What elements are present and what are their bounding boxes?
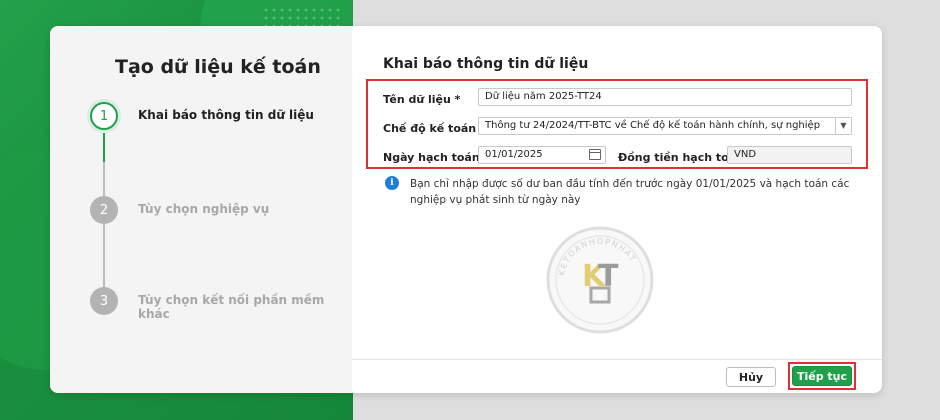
step-connector-active — [103, 130, 105, 162]
regime-select-value: Thông tư 24/2024/TT-BTC về Chế độ kế toá… — [485, 120, 821, 131]
form-pane: Khai báo thông tin dữ liệu Tên dữ liệu *… — [352, 26, 882, 393]
dialog-title: Tạo dữ liệu kế toán — [115, 56, 321, 78]
step-label: Tùy chọn nghiệp vụ — [138, 202, 270, 216]
date-input-value: 01/01/2025 — [485, 149, 543, 160]
step-number-badge: 3 — [90, 287, 118, 315]
regime-label: Chế độ kế toán — [383, 122, 477, 135]
chevron-down-icon[interactable]: ▼ — [835, 118, 851, 134]
info-icon: i — [385, 176, 399, 190]
cancel-button[interactable]: Hủy — [726, 367, 776, 387]
wizard-step-2[interactable]: 2 Tùy chọn nghiệp vụ — [90, 196, 350, 226]
data-name-input[interactable]: Dữ liệu năm 2025-TT24 — [478, 88, 852, 106]
date-label: Ngày hạch toán * — [383, 151, 490, 164]
step-number-badge: 1 — [90, 102, 118, 130]
step-label: Tùy chọn kết nối phần mềm khác — [138, 293, 325, 321]
wizard-step-3[interactable]: 3 Tùy chọn kết nối phần mềm khác — [90, 287, 350, 321]
currency-field[interactable]: VND — [727, 146, 852, 164]
wizard-step-1[interactable]: 1 Khai báo thông tin dữ liệu — [90, 102, 350, 132]
next-button[interactable]: Tiếp tục — [792, 366, 852, 386]
calendar-icon[interactable] — [589, 149, 601, 160]
wizard-steps-pane: Tạo dữ liệu kế toán 1 Khai báo thông tin… — [50, 26, 352, 393]
regime-select[interactable]: Thông tư 24/2024/TT-BTC về Chế độ kế toá… — [478, 117, 852, 135]
date-input[interactable]: 01/01/2025 — [478, 146, 606, 164]
section-title: Khai báo thông tin dữ liệu — [383, 56, 589, 72]
create-data-dialog: Tạo dữ liệu kế toán 1 Khai báo thông tin… — [50, 26, 882, 393]
currency-label: Đồng tiền hạch toán — [618, 151, 744, 164]
watermark-logo: K T KETOANHOPNHAT — [546, 226, 654, 334]
footer-divider — [352, 359, 882, 360]
step-number-badge: 2 — [90, 196, 118, 224]
data-name-label: Tên dữ liệu * — [383, 93, 461, 106]
info-message: Bạn chỉ nhập được số dư ban đầu tính đến… — [410, 178, 850, 206]
step-label: Khai báo thông tin dữ liệu — [138, 108, 314, 122]
